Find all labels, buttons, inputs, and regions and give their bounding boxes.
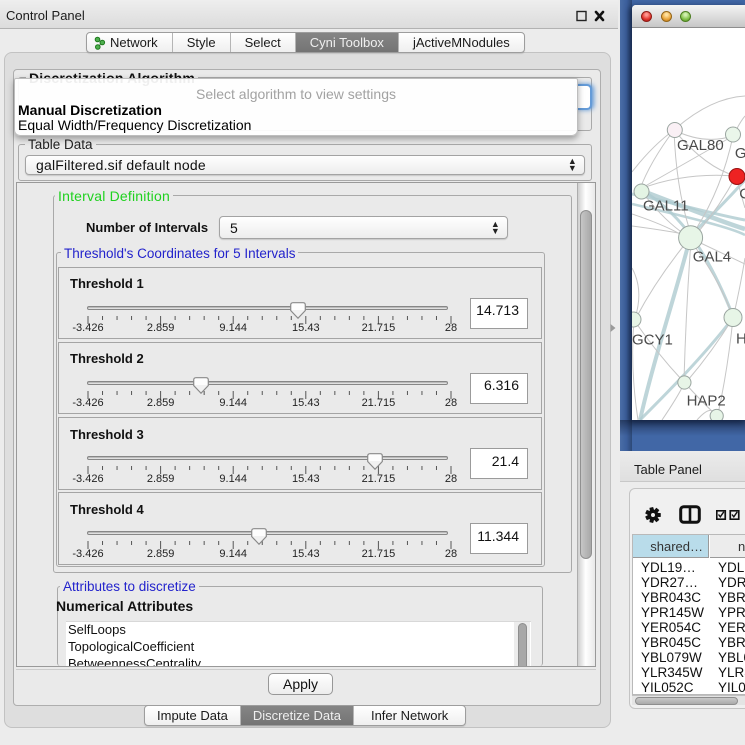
svg-text:GAL80: GAL80 <box>677 137 724 154</box>
svg-text:GCY1: GCY1 <box>632 331 673 348</box>
svg-text:GAL11: GAL11 <box>643 197 689 214</box>
svg-text:GAL4: GAL4 <box>693 248 731 265</box>
svg-text:HAP2: HAP2 <box>687 392 726 409</box>
svg-text:H: H <box>736 330 745 347</box>
svg-text:GA: GA <box>735 145 745 162</box>
svg-text:C: C <box>739 185 745 202</box>
